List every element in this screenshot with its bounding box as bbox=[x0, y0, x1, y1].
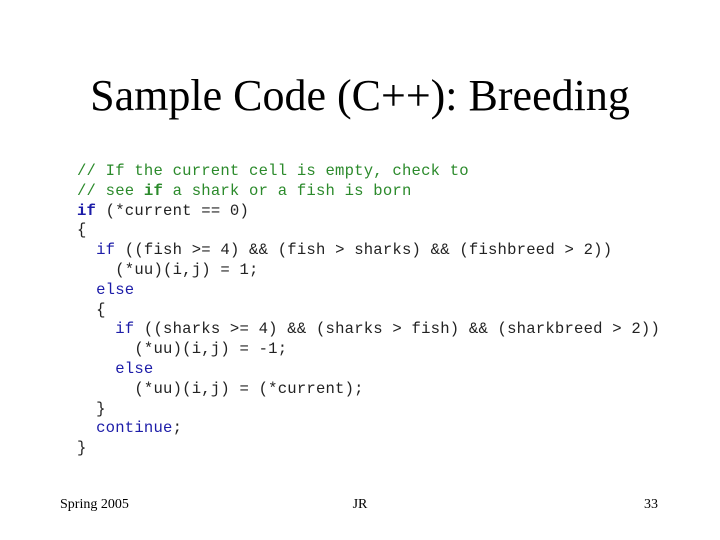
code-block: // If the current cell is empty, check t… bbox=[77, 162, 660, 459]
code-keyword: else bbox=[115, 359, 154, 378]
code-token: } bbox=[77, 399, 106, 418]
code-comment: if bbox=[143, 181, 164, 200]
code-token: ((fish >= 4) && (fish > sharks) && (fish… bbox=[115, 241, 613, 260]
code-keyword: continue bbox=[96, 419, 173, 438]
code-token: (*current == 0) bbox=[96, 201, 250, 220]
code-keyword: if bbox=[96, 241, 116, 260]
code-token: { bbox=[77, 300, 106, 319]
code-line: else bbox=[77, 360, 660, 380]
code-comment: // If the current cell is empty, check t… bbox=[77, 162, 469, 180]
code-token: ; bbox=[172, 419, 183, 438]
code-token: ((sharks >= 4) && (sharks > fish) && (sh… bbox=[134, 320, 661, 339]
code-token: } bbox=[77, 439, 87, 458]
code-token: (*uu)(i,j) = -1; bbox=[77, 340, 288, 359]
code-line: if (*current == 0) bbox=[77, 202, 660, 222]
code-line: // see if a shark or a fish is born bbox=[77, 182, 660, 202]
code-line: { bbox=[77, 301, 660, 321]
code-token: (*uu)(i,j) = 1; bbox=[77, 260, 259, 279]
code-line: (*uu)(i,j) = (*current); bbox=[77, 380, 660, 400]
code-keyword: if bbox=[77, 201, 97, 220]
code-line: } bbox=[77, 439, 660, 459]
code-line: if ((sharks >= 4) && (sharks > fish) && … bbox=[77, 320, 660, 340]
code-keyword: if bbox=[115, 320, 135, 339]
code-line: (*uu)(i,j) = 1; bbox=[77, 261, 660, 281]
code-comment: a shark or a fish is born bbox=[163, 181, 412, 200]
code-line: // If the current cell is empty, check t… bbox=[77, 162, 660, 182]
code-comment: // see bbox=[77, 181, 144, 200]
code-line: { bbox=[77, 221, 660, 241]
code-token: (*uu)(i,j) = (*current); bbox=[77, 379, 364, 398]
code-line: (*uu)(i,j) = -1; bbox=[77, 340, 660, 360]
code-line: } bbox=[77, 400, 660, 420]
footer-page-number: 33 bbox=[644, 497, 658, 512]
code-keyword: else bbox=[96, 280, 135, 299]
code-line: continue; bbox=[77, 419, 660, 439]
code-line: else bbox=[77, 281, 660, 301]
code-line: if ((fish >= 4) && (fish > sharks) && (f… bbox=[77, 241, 660, 261]
code-token: { bbox=[77, 221, 87, 240]
slide-title: Sample Code (C++): Breeding bbox=[90, 71, 630, 120]
footer-author: JR bbox=[352, 497, 368, 512]
